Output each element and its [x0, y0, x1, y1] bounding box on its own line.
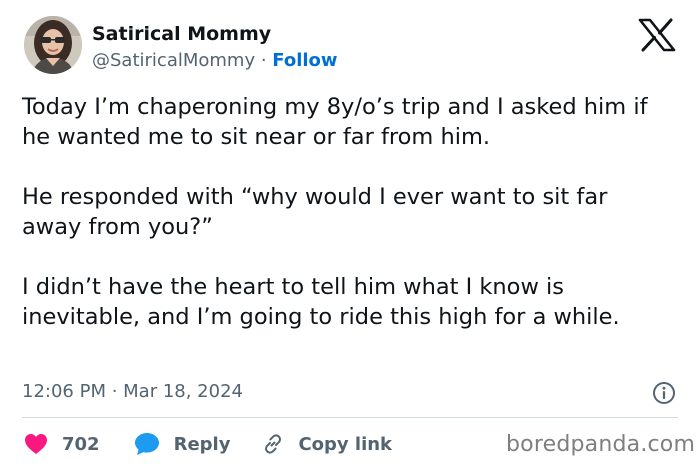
like-button[interactable]: 702: [24, 433, 100, 455]
copy-link-button[interactable]: Copy link: [262, 433, 392, 455]
like-count: 702: [62, 433, 100, 455]
x-logo-icon[interactable]: [638, 18, 676, 52]
author-block: Satirical Mommy @SatiricalMommy · Follow: [92, 22, 338, 74]
handle-separator: ·: [255, 50, 273, 71]
action-bar: 702 Reply Copy link: [24, 430, 392, 458]
reply-label: Reply: [173, 433, 231, 455]
avatar[interactable]: [24, 16, 82, 74]
tweet-timestamp[interactable]: 12:06 PM · Mar 18, 2024: [22, 380, 243, 404]
reply-button[interactable]: Reply: [134, 432, 231, 456]
link-icon: [265, 434, 282, 454]
divider: [22, 417, 678, 418]
speech-bubble-icon: [134, 433, 159, 455]
info-icon[interactable]: [652, 381, 676, 405]
handle-row: @SatiricalMommy · Follow: [92, 48, 338, 74]
tweet-text: Today I’m chaperoning my 8y/o’s trip and…: [22, 94, 648, 330]
handle[interactable]: @SatiricalMommy: [92, 50, 255, 71]
tweet-card: Satirical Mommy @SatiricalMommy · Follow…: [0, 0, 700, 471]
follow-button[interactable]: Follow: [272, 50, 337, 71]
copy-link-label: Copy link: [298, 433, 393, 455]
heart-icon: [25, 434, 47, 454]
display-name[interactable]: Satirical Mommy: [92, 22, 338, 46]
avatar-photo: [24, 16, 82, 74]
watermark: boredpanda.com: [506, 432, 696, 457]
